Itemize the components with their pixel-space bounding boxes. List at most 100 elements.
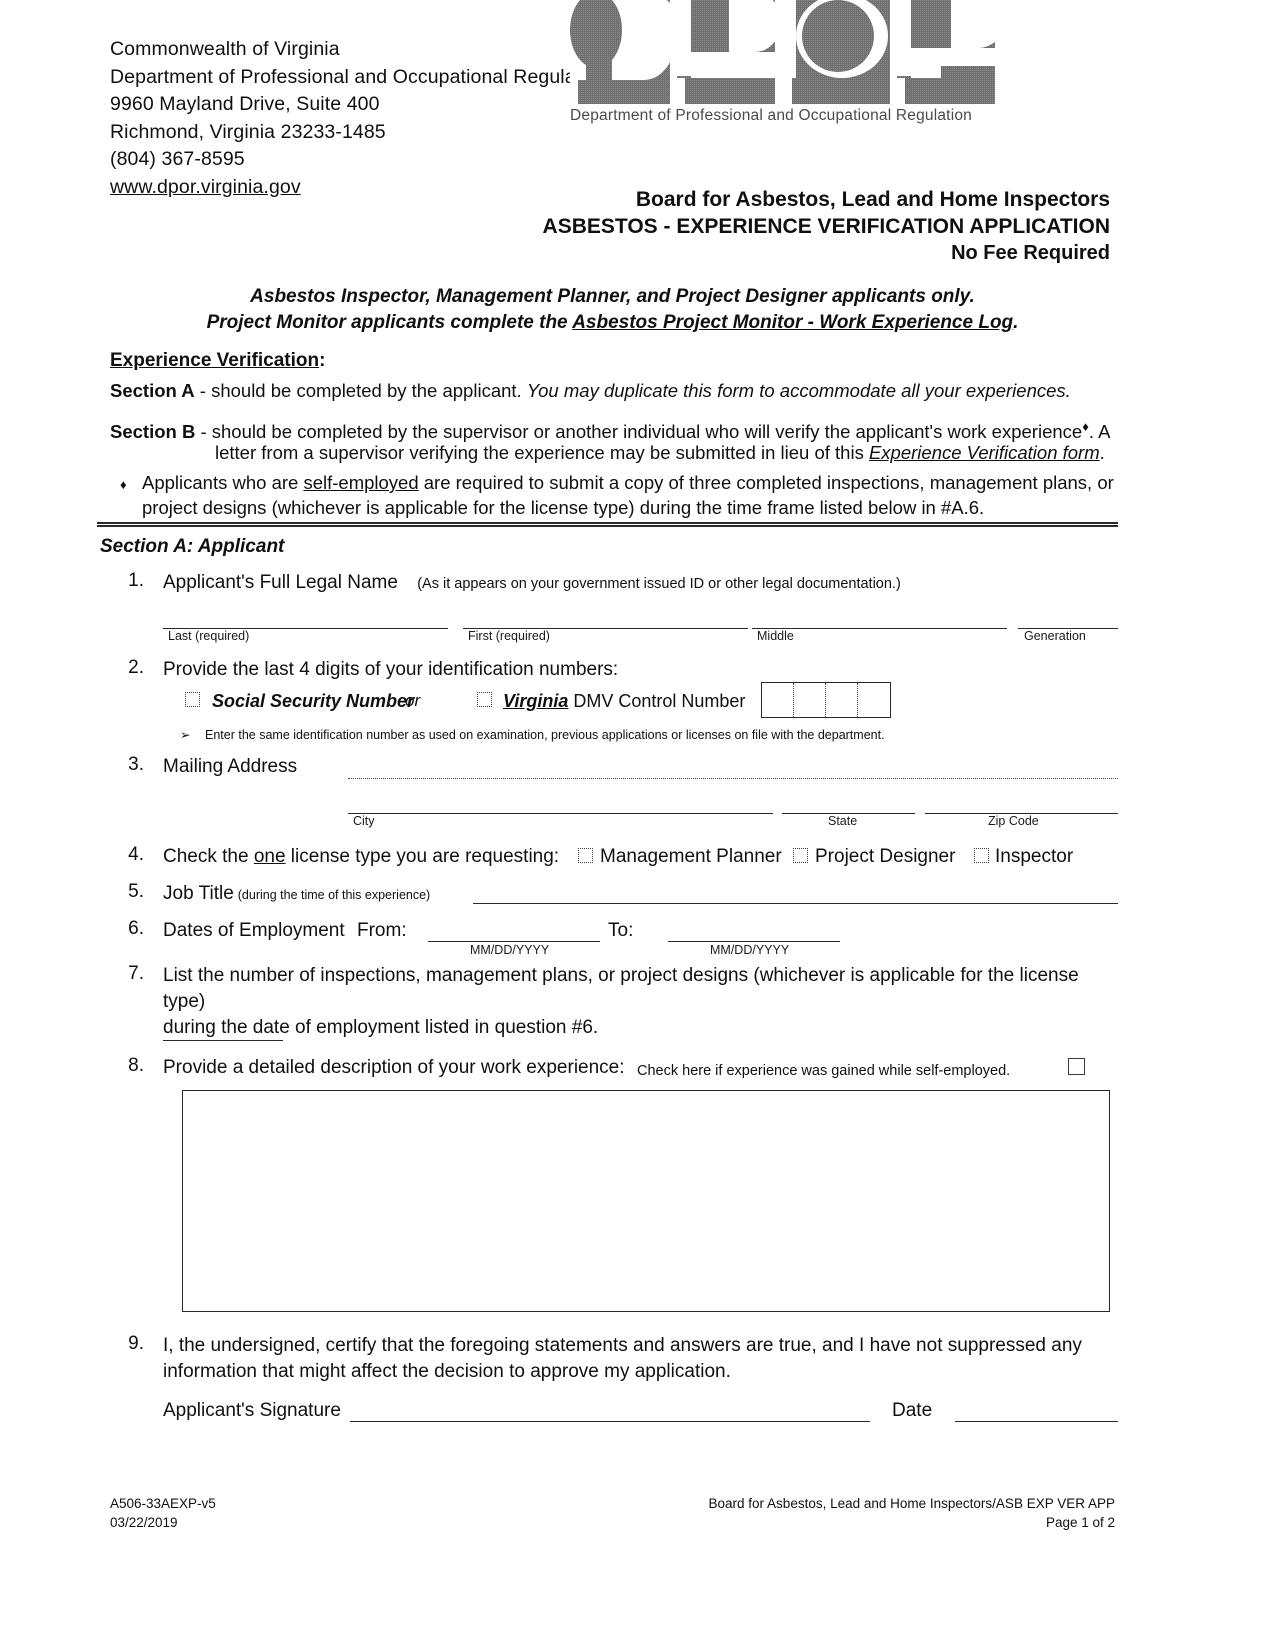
experience-verification-heading: Experience Verification: <box>110 350 325 372</box>
question-2-label: Provide the last 4 digits of your identi… <box>163 659 619 680</box>
question-9-text: I, the undersigned, certify that the for… <box>163 1333 1118 1385</box>
fee-notice: No Fee Required <box>951 242 1110 264</box>
number-of-projects-input[interactable] <box>163 1040 283 1041</box>
last-name-label: Last (required) <box>168 629 250 643</box>
mailing-address-input[interactable] <box>348 778 1118 779</box>
question-4-number: 4. <box>128 844 144 865</box>
dmv-text: DMV Control Number <box>568 691 746 711</box>
bullet-post: are required to submit a copy of three c… <box>418 472 1114 493</box>
question-9-number: 9. <box>128 1333 144 1354</box>
management-planner-checkbox[interactable] <box>578 848 593 863</box>
job-title-note: (during the time of this experience) <box>237 888 431 902</box>
employment-from-input[interactable] <box>428 941 600 942</box>
self-employed-check-note: Check here if experience was gained whil… <box>637 1063 1011 1079</box>
logo-letter-o <box>782 0 890 104</box>
work-experience-textarea[interactable] <box>182 1090 1110 1312</box>
q4-one-underline: one <box>253 846 286 867</box>
employment-from-label: From: <box>357 920 407 941</box>
experience-verification-colon: : <box>319 350 326 371</box>
q4-label-post: license type you are requesting: <box>285 846 560 867</box>
section-b-description-line2: letter from a supervisor verifying the e… <box>215 440 1115 465</box>
id-digit-cell-2[interactable] <box>794 683 826 717</box>
dpor-logo: Department of Professional and Occupatio… <box>570 0 1015 125</box>
city-label: City <box>353 814 375 828</box>
form-titles: Board for Asbestos, Lead and Home Inspec… <box>430 186 1110 267</box>
self-employed-checkbox[interactable] <box>1068 1058 1085 1075</box>
project-designer-checkbox[interactable] <box>793 848 808 863</box>
form-code: A506-33AEXP-v5 <box>110 1496 216 1511</box>
social-security-label: Social Security Number <box>212 691 415 711</box>
social-security-checkbox[interactable] <box>185 692 200 707</box>
question-5-number: 5. <box>128 881 144 902</box>
employment-to-input[interactable] <box>668 941 840 942</box>
signature-date-input[interactable] <box>955 1421 1118 1422</box>
q4-label-pre: Check the <box>163 846 254 867</box>
intro-line2-pre: Project Monitor applicants complete the <box>206 312 573 333</box>
id-digit-cell-3[interactable] <box>826 683 858 717</box>
virginia-label: Virginia <box>503 691 569 711</box>
self-employed-bullet-line1: Applicants who are self-employed are req… <box>142 470 1115 495</box>
footer-board-path: Board for Asbestos, Lead and Home Inspec… <box>708 1496 1115 1511</box>
q9-line2: information that might affect the decisi… <box>163 1361 731 1382</box>
state-label: State <box>828 814 858 828</box>
logo-letter-r <box>897 0 995 104</box>
id-digit-cell-4[interactable] <box>858 683 890 717</box>
question-8-number: 8. <box>128 1055 144 1076</box>
dpor-logo-tagline: Department of Professional and Occupatio… <box>570 107 972 124</box>
self-employed-bullet: ♦ Applicants who are self-employed are r… <box>120 470 1115 495</box>
applicant-signature-input[interactable] <box>350 1421 870 1422</box>
dmv-control-label: Virginia DMV Control Number <box>503 688 745 714</box>
section-divider <box>97 522 1118 527</box>
question-1-number: 1. <box>128 570 144 591</box>
q7-line2: during the date of employment listed in … <box>163 1017 599 1038</box>
bullet-pre: Applicants who are <box>142 472 304 493</box>
first-name-label: First (required) <box>468 629 550 643</box>
section-a-italic-note: You may duplicate this form to accommoda… <box>526 380 1071 401</box>
question-7-number: 7. <box>128 963 144 984</box>
section-b-line2-pre: letter from a supervisor verifying the e… <box>215 442 869 463</box>
section-b-text: - should be completed by the supervisor … <box>195 421 1083 443</box>
experience-verification-label: Experience Verification <box>110 350 320 371</box>
job-title-label: Job Title <box>163 883 234 904</box>
signature-date-label: Date <box>892 1400 933 1421</box>
id-digit-cell-1[interactable] <box>762 683 794 717</box>
bullet-line2-text: project designs (whichever is applicable… <box>142 497 985 518</box>
inspector-label: Inspector <box>995 846 1074 867</box>
id-digits-input[interactable] <box>761 682 891 718</box>
id-note-arrow-icon: ➢ <box>180 728 191 742</box>
or-separator-label: or <box>405 691 421 710</box>
generation-label: Generation <box>1024 629 1086 643</box>
footer-left: A506-33AEXP-v5 03/22/2019 <box>110 1494 216 1532</box>
question-8-label: Provide a detailed description of your w… <box>163 1057 625 1078</box>
section-b-footnote-marker: ♦ <box>1082 419 1089 434</box>
logo-letter-p <box>677 0 775 104</box>
city-input[interactable] <box>348 813 773 814</box>
self-employed-underline: self-employed <box>303 472 419 493</box>
inspector-checkbox[interactable] <box>974 848 989 863</box>
work-experience-log-link[interactable]: Asbestos Project Monitor - Work Experien… <box>572 312 1013 333</box>
id-number-note: Enter the same identification number as … <box>205 728 885 742</box>
to-date-format: MM/DD/YYYY <box>710 943 790 957</box>
question-3-label: Mailing Address <box>163 756 298 777</box>
intro-block: Asbestos Inspector, Management Planner, … <box>110 284 1115 336</box>
form-title: ASBESTOS - EXPERIENCE VERIFICATION APPLI… <box>542 215 1110 238</box>
phone-number: (804) 367-8595 <box>110 148 245 170</box>
intro-line-2: Project Monitor applicants complete the … <box>110 310 1115 336</box>
revision-date: 03/22/2019 <box>110 1515 178 1530</box>
form-page: Commonwealth of Virginia Department of P… <box>0 0 1275 1650</box>
self-employed-bullet-line2: project designs (whichever is applicable… <box>142 495 1117 520</box>
section-a-text: - should be completed by the applicant. <box>194 380 527 401</box>
dpor-logo-letters <box>570 0 1015 104</box>
project-designer-label: Project Designer <box>815 846 956 867</box>
q1-label-text: Applicant's Full Legal Name <box>163 572 398 593</box>
question-1-label: Applicant's Full Legal Name (As it appea… <box>163 570 901 597</box>
job-title-input[interactable] <box>473 903 1118 904</box>
question-5-label: Job Title (during the time of this experi… <box>163 881 430 908</box>
question-6-label: Dates of Employment <box>163 920 345 941</box>
experience-verification-form-ref: Experience Verification form <box>868 442 1100 463</box>
dmv-control-checkbox[interactable] <box>477 692 492 707</box>
question-7-text: List the number of inspections, manageme… <box>163 963 1118 1041</box>
question-3-number: 3. <box>128 754 144 775</box>
middle-name-label: Middle <box>757 629 794 643</box>
page-number: Page 1 of 2 <box>1045 1515 1115 1530</box>
